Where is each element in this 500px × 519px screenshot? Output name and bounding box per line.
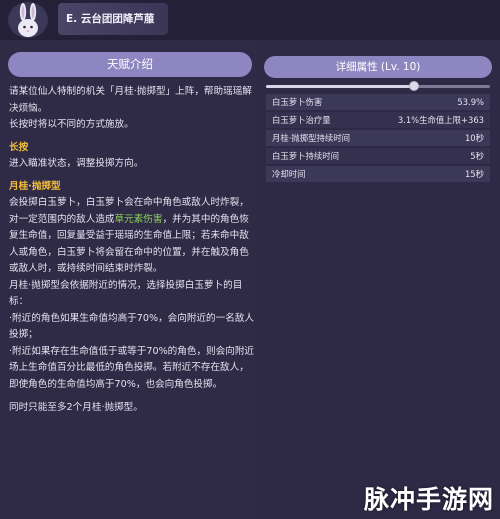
mode-description: 会投掷白玉萝卜，白玉萝卜会在命中角色或敌人时炸裂，对一定范围内的敌人造成草元素伤… [9, 195, 255, 278]
hold-description: 进入瞄准状态，调整投掷方向。 [9, 158, 144, 169]
talent-panel-title: 天赋介绍 [8, 52, 252, 77]
footer-note: 同时只能至多2个月桂·抛掷型。 [9, 402, 143, 413]
hold-section-title: 长按 [9, 141, 29, 153]
attribute-value: 5秒 [470, 151, 484, 161]
attributes-panel-title: 详细属性 (Lv. 10) [264, 56, 492, 78]
attribute-value: 3.1%生命值上限+363 [397, 115, 484, 125]
character-title: E. 云台团团降芦菔 [58, 3, 169, 35]
mode-section-title: 月桂·抛掷型 [9, 180, 61, 192]
attribute-value: 10秒 [464, 133, 484, 143]
intro-text: 请某位仙人特制的机关「月桂·抛掷型」上阵，帮助瑶瑶解决烦恼。 [9, 86, 252, 114]
targeting-intro: 月桂·抛掷型会依据附近的情况，选择投掷白玉萝卜的目标： [9, 279, 243, 308]
attribute-value: 15秒 [464, 169, 484, 179]
attributes-table: 白玉萝卜伤害 53.9% 白玉萝卜治疗量 3.1%生命值上限+363 月桂·抛掷型持续时… [266, 94, 490, 184]
talent-description: 请某位仙人特制的机关「月桂·抛掷型」上阵，帮助瑶瑶解决烦恼。 长按时将以不同的方… [9, 84, 255, 417]
attribute-label: 月桂·抛掷型持续时间 [272, 133, 351, 143]
targeting-rule-1: ·附近的角色如果生命值均高于70%，会向附近的一名敌人投掷； [9, 312, 255, 341]
attribute-row: 冷却时间 15秒 [266, 166, 490, 182]
watermark: 脉冲手游网 [346, 481, 494, 515]
attribute-label: 白玉萝卜治疗量 [272, 115, 331, 125]
attribute-row: 月桂·抛掷型持续时间 10秒 [266, 130, 490, 146]
attribute-row: 白玉萝卜伤害 53.9% [266, 94, 490, 110]
watermark-text: 脉冲手游网 [363, 485, 494, 514]
attribute-label: 冷却时间 [272, 169, 306, 179]
level-slider-thumb[interactable] [408, 81, 419, 91]
dendro-damage-text: 草元素伤害 [114, 213, 163, 225]
intro-hold-note: 长按时将以不同的方式施放。 [9, 119, 134, 130]
rabbit-icon [8, 2, 48, 38]
targeting-rule-2: ·附近如果存在生命值低于或等于70%的角色，则会向附近场上生命值百分比最低的角色… [9, 345, 255, 390]
level-slider-fill [266, 85, 414, 88]
attribute-label: 白玉萝卜持续时间 [272, 151, 339, 161]
attribute-row: 白玉萝卜治疗量 3.1%生命值上限+363 [266, 112, 490, 128]
level-slider[interactable] [266, 81, 490, 91]
attribute-value: 53.9% [457, 97, 484, 107]
attribute-label: 白玉萝卜伤害 [272, 97, 323, 107]
attribute-row: 白玉萝卜持续时间 5秒 [266, 148, 490, 164]
